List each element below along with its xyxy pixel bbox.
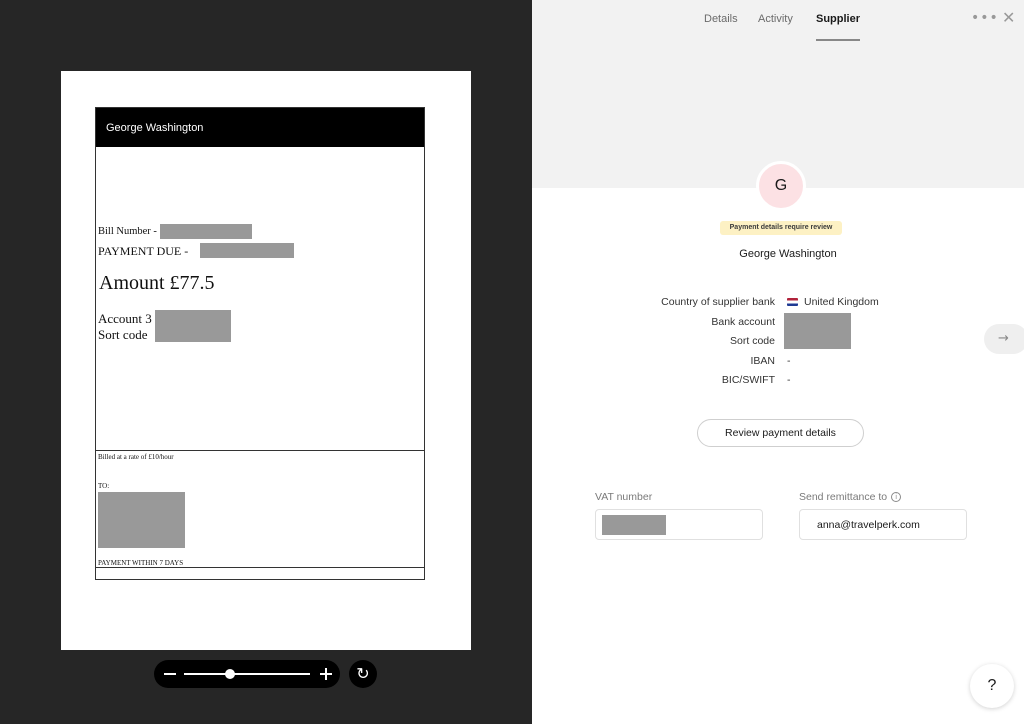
review-payment-details-button[interactable]: Review payment details: [697, 419, 864, 447]
supplier-name: George Washington: [739, 248, 837, 260]
redacted-bill-number: [160, 224, 252, 239]
payment-due-label: PAYMENT DUE -: [98, 244, 189, 258]
remittance-email-field[interactable]: anna@travelperk.com: [799, 509, 967, 540]
remittance-label-group: Send remittance to i: [799, 491, 902, 503]
rotate-icon[interactable]: ↻: [349, 660, 377, 688]
redacted-bank-details: [784, 313, 851, 349]
zoom-slider-handle[interactable]: [225, 669, 235, 679]
bic-label: BIC/SWIFT: [721, 374, 775, 386]
remittance-label: Send remittance to: [799, 491, 888, 503]
zoom-in-icon[interactable]: [318, 666, 334, 682]
review-status-badge: Payment details require review: [720, 221, 842, 235]
redacted-payment-due: [200, 243, 294, 258]
zoom-out-icon[interactable]: [162, 666, 178, 682]
supplier-avatar: G: [756, 161, 806, 211]
country-label: Country of supplier bank: [661, 296, 775, 308]
iban-value: -: [787, 355, 791, 367]
bank-account-label: Bank account: [711, 316, 775, 328]
document-viewer: George Washington Bill Number - PAYMENT …: [0, 0, 532, 724]
tab-details[interactable]: Details: [704, 13, 738, 39]
country-value: United Kingdom: [787, 296, 879, 308]
country-name: United Kingdom: [804, 296, 879, 308]
invoice-header: George Washington: [96, 108, 424, 147]
zoom-toolbar: [154, 660, 340, 688]
zoom-slider[interactable]: [184, 669, 310, 679]
invoice-footer-divider: [96, 567, 424, 568]
vat-number-label: VAT number: [595, 491, 653, 503]
redacted-recipient: [98, 492, 185, 548]
iban-label: IBAN: [750, 355, 775, 367]
invoice-amount: Amount £77.5: [99, 272, 215, 294]
vat-number-field[interactable]: [595, 509, 763, 540]
invoice-frame: George Washington Bill Number - PAYMENT …: [95, 107, 425, 580]
remittance-email-value: anna@travelperk.com: [817, 519, 920, 531]
rate-note: Billed at a rate of £10/hour: [98, 453, 174, 461]
payment-terms: PAYMENT WITHIN 7 DAYS: [98, 559, 184, 567]
panel-tabs: Details Activity Supplier: [532, 13, 1024, 43]
document-page: George Washington Bill Number - PAYMENT …: [61, 71, 471, 650]
tab-supplier[interactable]: Supplier: [816, 13, 861, 41]
help-button[interactable]: ?: [970, 664, 1014, 708]
bic-value: -: [787, 374, 791, 386]
uk-flag-icon: [787, 298, 798, 307]
info-icon[interactable]: i: [891, 492, 902, 503]
tab-activity[interactable]: Activity: [758, 13, 793, 39]
more-options-icon[interactable]: •••: [971, 10, 999, 26]
redacted-account-details: [155, 310, 231, 342]
sort-code-label: Sort code: [730, 335, 775, 347]
close-icon[interactable]: ✕: [1002, 8, 1015, 27]
to-label: TO:: [98, 482, 110, 490]
supplier-panel: Details Activity Supplier ••• ✕ G Paymen…: [532, 0, 1024, 724]
sort-code-label: Sort code: [98, 327, 148, 342]
invoice-header-name: George Washington: [106, 122, 204, 134]
account-label: Account 3: [98, 311, 152, 326]
invoice-divider: [96, 450, 424, 451]
next-arrow-icon[interactable]: →: [984, 324, 1024, 354]
redacted-vat-number: [602, 515, 666, 535]
bill-number-label: Bill Number -: [98, 226, 157, 237]
